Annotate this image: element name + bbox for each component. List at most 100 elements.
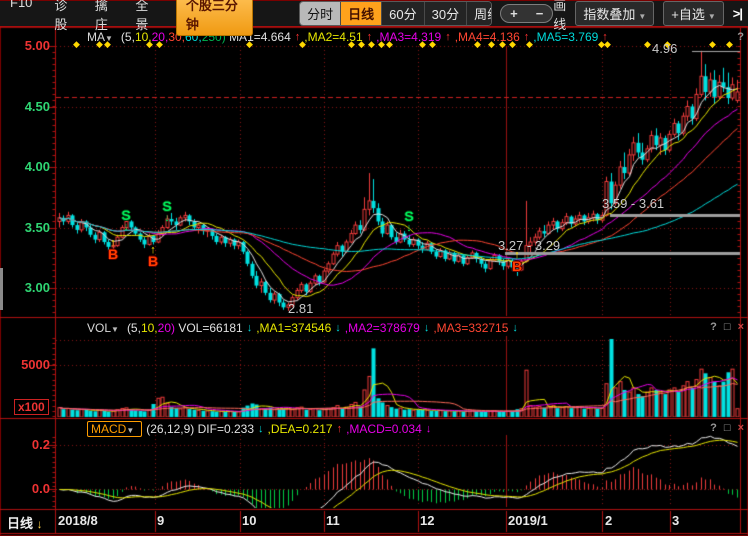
trend-arrow-icon: ↑	[337, 423, 343, 435]
tab-period-分时[interactable]: 分时	[300, 2, 341, 25]
y-axis-label: 4.00	[0, 159, 50, 174]
support-resistance-label: 3.59 - 3.61	[602, 196, 664, 211]
trend-arrow-icon: ↓	[512, 322, 518, 334]
vol-dropdown[interactable]: VOL▼	[87, 321, 123, 335]
macd-indicator-header: MACD▼(26,12,9) DIF=0.233↓,DEA=0.217↑,MAC…	[87, 421, 435, 436]
buy-marker: ↑B	[509, 250, 525, 273]
indicator-value: ,MA3=4.319	[376, 30, 441, 44]
indicator-value: ,DEA=0.217	[268, 422, 333, 436]
indicator-param: 10,	[141, 321, 158, 335]
x-axis-month-label: 2019/1	[508, 513, 548, 528]
period-dropdown[interactable]: 日线 ↓	[7, 513, 43, 532]
x-axis-month-label: 2	[605, 513, 612, 528]
y-axis-label: 0.2	[0, 437, 50, 452]
event-diamond-icon[interactable]: ◆	[644, 40, 651, 49]
stock-3min-button[interactable]: 个股三分钟	[176, 0, 253, 36]
maximize-icon[interactable]: □	[724, 422, 731, 434]
tab-period-日线[interactable]: 日线	[341, 2, 382, 25]
buy-marker: ↑B	[145, 245, 161, 268]
trend-arrow-icon: ↑	[524, 31, 530, 43]
low-price-annotation: 2.81	[288, 301, 313, 316]
indicator-value: ,MA1=374546	[256, 321, 331, 335]
zoom-in-button[interactable]: +	[501, 5, 527, 22]
trend-arrow-icon: ↓	[335, 322, 341, 334]
indicator-value: VOL=66181	[178, 321, 242, 335]
support-resistance-label: 3.27 - 3.29	[498, 238, 560, 253]
volume-unit-label: x100	[14, 399, 49, 415]
toolbar-right: 画线 指数叠加▼ +自选▼ >|	[553, 0, 742, 33]
time-axis-bar: 日线 ↓ 2018/8 9 10 11 12 2019/1 2 3	[0, 510, 748, 533]
trend-arrow-icon: ↓	[258, 423, 264, 435]
buy-marker: ↑B	[105, 238, 121, 261]
menu-item-F10[interactable]: F10	[10, 0, 32, 33]
indicator-param: 20)	[158, 321, 175, 335]
event-diamond-icon[interactable]: ◆	[73, 40, 80, 49]
chevron-down-icon: ▼	[126, 426, 134, 435]
left-panel-splitter[interactable]	[0, 268, 3, 310]
y-axis-label: 5.00	[0, 38, 50, 53]
high-price-annotation: 4.96	[652, 41, 677, 56]
collapse-panel-icon[interactable]: >|	[733, 6, 742, 21]
chevron-down-icon: ▼	[111, 325, 119, 334]
x-axis-month-label: 9	[157, 513, 164, 528]
index-overlay-button[interactable]: 指数叠加▼	[575, 1, 654, 26]
macd-dropdown[interactable]: MACD▼	[87, 421, 142, 437]
event-diamond-icon[interactable]: ◆	[726, 40, 733, 49]
trend-arrow-icon: ↑	[367, 31, 373, 43]
tab-period-30分[interactable]: 30分	[425, 2, 467, 25]
main-pane-icons: ?	[737, 31, 744, 43]
chart-canvas[interactable]	[0, 0, 748, 536]
x-axis-month-label: 10	[242, 513, 256, 528]
y-axis-label: 5000	[0, 357, 50, 372]
y-axis-label: 3.00	[0, 280, 50, 295]
indicator-value: ,MA2=378679	[345, 321, 420, 335]
y-axis-label: 0.0	[0, 481, 50, 496]
chevron-down-icon: ▼	[708, 12, 716, 21]
tab-period-周线[interactable]: 周线▼	[467, 2, 492, 25]
menu-item-擒庄[interactable]: 擒庄	[95, 0, 114, 33]
period-tab-group: 分时日线60分30分周线▼	[299, 1, 492, 26]
arrow-down-icon: ↓	[401, 223, 417, 233]
x-axis-month-label: 2018/8	[58, 513, 98, 528]
x-axis-month-label: 3	[672, 513, 679, 528]
macd-pane-icons: ? □ ×	[710, 422, 744, 434]
chevron-down-icon: ▼	[638, 12, 646, 21]
tab-period-60分[interactable]: 60分	[382, 2, 424, 25]
indicator-value: ,MA3=332715	[433, 321, 508, 335]
indicator-value: ,MA4=4.136	[455, 30, 520, 44]
trend-arrow-icon: ↑	[295, 31, 301, 43]
help-icon[interactable]: ?	[710, 422, 717, 434]
zoom-out-button[interactable]: −	[527, 5, 553, 22]
help-icon[interactable]: ?	[710, 321, 717, 333]
x-axis-month-label: 12	[420, 513, 434, 528]
sell-marker: S↓	[401, 210, 417, 233]
sell-marker: S↓	[118, 209, 134, 232]
arrow-down-icon: ↓	[37, 517, 43, 531]
y-axis-label: 3.50	[0, 220, 50, 235]
volume-pane-icons: ? □ ×	[710, 321, 744, 333]
y-axis-label: 4.50	[0, 99, 50, 114]
toolbar-menu: F10 诊股擒庄全景	[10, 0, 176, 33]
x-axis-month-label: 11	[326, 513, 340, 528]
indicator-param: (5,	[127, 321, 141, 335]
maximize-icon[interactable]: □	[724, 321, 731, 333]
menu-item-全景[interactable]: 全景	[135, 0, 154, 33]
arrow-down-icon: ↓	[159, 213, 175, 223]
indicator-value: ,MACD=0.034	[346, 422, 422, 436]
help-icon[interactable]: ?	[737, 31, 744, 43]
chevron-down-icon: ▼	[105, 34, 113, 43]
sell-marker: S↓	[159, 200, 175, 223]
zoom-pill: + −	[500, 4, 553, 23]
draw-line-button[interactable]: 画线	[553, 0, 566, 33]
trend-arrow-icon: ↑	[445, 31, 451, 43]
add-watchlist-button[interactable]: +自选▼	[663, 1, 724, 26]
trend-arrow-icon: ↓	[424, 322, 430, 334]
trading-app-window: F10 诊股擒庄全景 个股三分钟 分时日线60分30分周线▼ + − 画线 指数叠…	[0, 0, 748, 536]
menu-item-诊股[interactable]: 诊股	[54, 0, 73, 33]
indicator-value: DIF=0.233	[198, 422, 254, 436]
event-diamond-icon[interactable]: ◆	[709, 40, 716, 49]
indicator-value: ,MA2=4.51	[304, 30, 362, 44]
close-icon[interactable]: ×	[738, 321, 744, 333]
close-icon[interactable]: ×	[738, 422, 744, 434]
volume-indicator-header: VOL▼ (5,10,20) VOL=66181 ↓ ,MA1=374546 ↓ ,MA2…	[87, 320, 522, 335]
